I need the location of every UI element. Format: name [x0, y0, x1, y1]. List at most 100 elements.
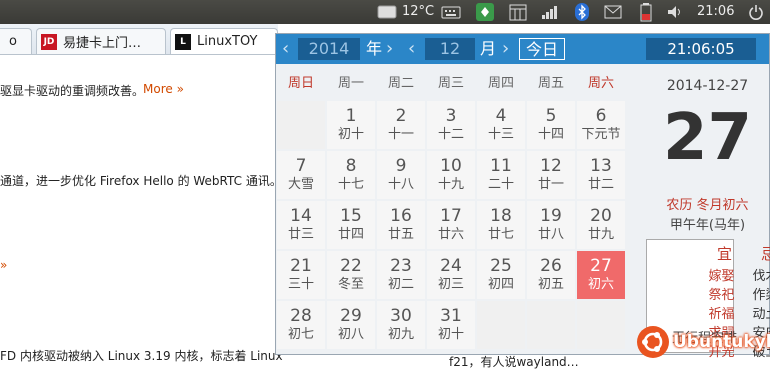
day-cell[interactable]: 13 廿二	[577, 151, 625, 199]
article-line-1: 驱显卡驱动的重调频改善。	[0, 84, 145, 98]
lunar-day: 廿七	[487, 227, 514, 242]
lunar-day: 初十	[337, 127, 364, 142]
day-number: 18	[490, 206, 512, 226]
tab-linuxtoy-label: LinuxTOY	[197, 34, 258, 49]
day-cell[interactable]: 30 初九	[377, 301, 425, 349]
day-cell[interactable]: 27 初六	[577, 251, 625, 299]
day-cell[interactable]: 12 廿一	[527, 151, 575, 199]
ganzhi-year: 甲午年(马年)	[669, 218, 746, 233]
more-link-2[interactable]: »	[0, 258, 7, 272]
temperature[interactable]: 12°C	[402, 0, 434, 24]
weekday-label: 周二	[387, 76, 414, 91]
day-cell[interactable]: 16 廿五	[377, 201, 425, 249]
big-day-number: 27	[662, 101, 753, 175]
calendar-icon[interactable]	[507, 0, 529, 24]
lunar-day: 十八	[387, 177, 414, 192]
day-cell[interactable]: 23 初二	[377, 251, 425, 299]
day-cell[interactable]: 28 初七	[277, 301, 325, 349]
lunar-day: 廿一	[537, 177, 564, 192]
prev-year-icon[interactable]: ‹	[282, 38, 289, 60]
day-number: 16	[390, 206, 412, 226]
empty-day-cell	[527, 301, 575, 349]
day-number: 13	[590, 156, 612, 176]
next-year-icon[interactable]: ›	[386, 38, 393, 60]
today-button[interactable]: 今日	[519, 38, 565, 60]
weekday-label: 周五	[537, 76, 564, 91]
day-cell[interactable]: 9 十八	[377, 151, 425, 199]
signal-bars-icon[interactable]	[539, 0, 561, 24]
day-cell[interactable]: 18 廿七	[477, 201, 525, 249]
day-number: 5	[545, 106, 557, 126]
battery-icon[interactable]	[635, 0, 657, 24]
lunar-day: 廿二	[587, 177, 614, 192]
lunar-day: 初十	[437, 327, 464, 342]
weekday-label: 周一	[337, 76, 364, 91]
watermark-text: Ubuntukylin	[673, 332, 770, 352]
tab-linuxtoy[interactable]: L LinuxTOY	[170, 28, 278, 54]
weekday-label: 周三	[437, 76, 464, 91]
day-cell[interactable]: 8 十七	[327, 151, 375, 199]
day-cell[interactable]: 2 十一	[377, 101, 425, 149]
lunar-day: 初七	[287, 327, 314, 342]
day-cell[interactable]: 10 十九	[427, 151, 475, 199]
lunar-day: 十一	[387, 127, 414, 142]
day-number: 9	[395, 156, 407, 176]
power-icon[interactable]	[745, 0, 767, 24]
next-month-icon[interactable]: ›	[502, 38, 509, 60]
day-cell[interactable]: 5 十四	[527, 101, 575, 149]
day-cell[interactable]: 21 三十	[277, 251, 325, 299]
day-cell[interactable]: 26 初五	[527, 251, 575, 299]
lunar-day: 十九	[437, 177, 464, 192]
day-cell[interactable]: 20 廿九	[577, 201, 625, 249]
month-label: 月	[480, 39, 497, 58]
article-line-4: f21，有人说wayland…	[449, 355, 579, 369]
day-number: 25	[490, 256, 512, 276]
day-cell[interactable]: 11 二十	[477, 151, 525, 199]
day-number: 20	[590, 206, 612, 226]
lunar-day: 十三	[487, 127, 514, 142]
day-cell[interactable]: 22 冬至	[327, 251, 375, 299]
network-icon[interactable]	[474, 0, 496, 24]
weekday-label: 周日	[287, 76, 314, 91]
lunar-day: 十四	[537, 127, 564, 142]
empty-day-cell	[477, 301, 525, 349]
month-field[interactable]: 12	[425, 38, 475, 60]
day-detail-panel: 2014-12-27 27 农历 冬月初六 甲午年(马年) 宜 忌 嫁娶 祭祀 祈福…	[646, 64, 770, 360]
selected-date: 2014-12-27	[666, 78, 749, 94]
day-cell[interactable]: 29 初八	[327, 301, 375, 349]
day-number: 26	[540, 256, 562, 276]
empty-day-cell	[277, 101, 325, 149]
day-cell[interactable]: 25 初四	[477, 251, 525, 299]
clock[interactable]: 21:06	[697, 0, 734, 24]
day-cell[interactable]: 14 廿三	[277, 201, 325, 249]
weather-icon[interactable]	[376, 0, 398, 24]
tab-jd[interactable]: JD 易捷卡上门…	[36, 28, 166, 54]
more-link-1[interactable]: More »	[143, 82, 184, 96]
day-cell[interactable]: 7 大雪	[277, 151, 325, 199]
bluetooth-icon[interactable]	[571, 0, 593, 24]
day-number: 29	[340, 306, 362, 326]
ji-item: 作梁	[752, 288, 770, 303]
day-cell[interactable]: 17 廿六	[427, 201, 475, 249]
mail-icon[interactable]	[602, 0, 624, 24]
day-cell[interactable]: 1 初十	[327, 101, 375, 149]
keyboard-icon[interactable]	[440, 0, 462, 24]
volume-icon[interactable]	[664, 0, 686, 24]
day-number: 19	[540, 206, 562, 226]
year-field[interactable]: 2014	[298, 38, 360, 60]
day-cell[interactable]: 15 廿四	[327, 201, 375, 249]
day-cell[interactable]: 24 初三	[427, 251, 475, 299]
day-cell[interactable]: 3 十二	[427, 101, 475, 149]
tab-partial[interactable]: o	[0, 28, 32, 54]
day-number: 31	[440, 306, 462, 326]
day-number: 17	[440, 206, 462, 226]
day-cell[interactable]: 31 初十	[427, 301, 475, 349]
lunar-day: 初五	[537, 277, 564, 292]
day-cell[interactable]: 4 十三	[477, 101, 525, 149]
lunar-day: 廿八	[537, 227, 564, 242]
prev-month-icon[interactable]: ‹	[408, 38, 415, 60]
lunar-day: 初三	[437, 277, 464, 292]
day-cell[interactable]: 6 下元节	[577, 101, 625, 149]
day-cell[interactable]: 19 廿八	[527, 201, 575, 249]
ubuntukylin-watermark: Ubuntukylin	[636, 325, 770, 359]
